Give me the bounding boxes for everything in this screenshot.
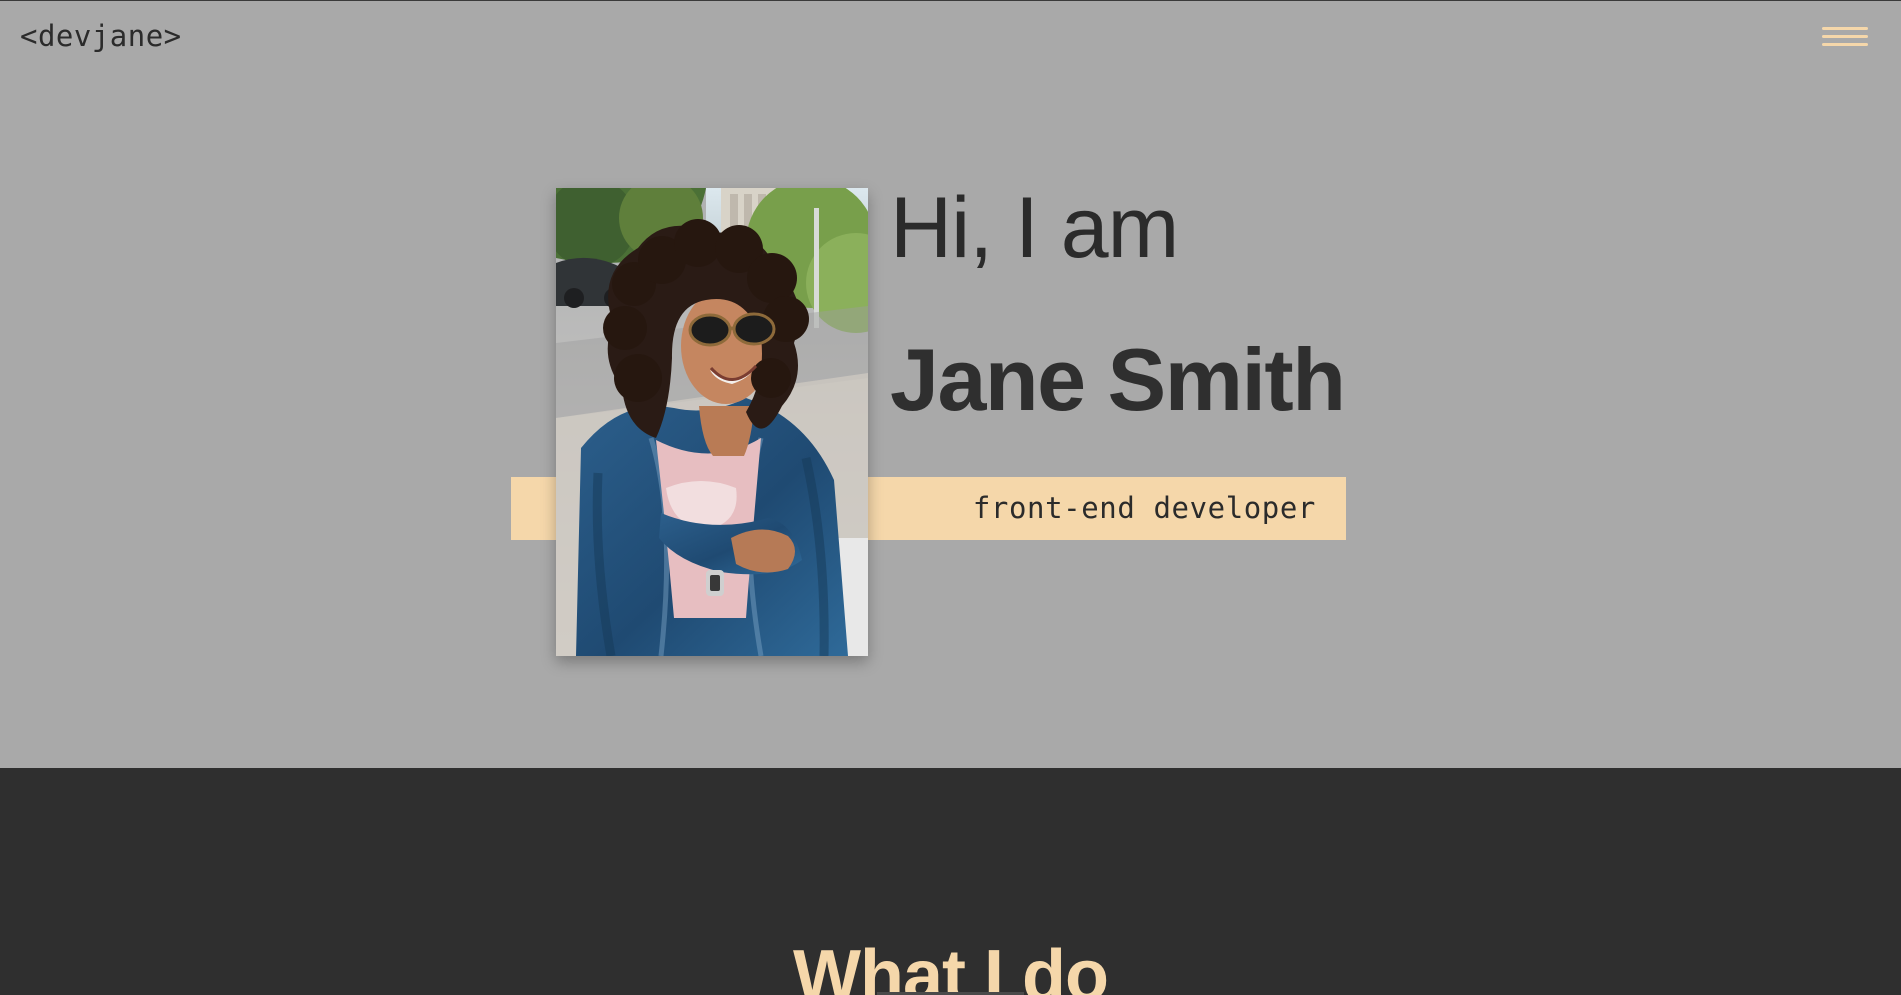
profile-photo [556, 188, 868, 656]
section-title: What I do [793, 935, 1109, 995]
hamburger-menu-icon-line [1822, 35, 1868, 38]
hamburger-menu-icon [1822, 27, 1868, 30]
portfolio-page: <devjane> front-end developer Hi, I am J… [0, 0, 1901, 995]
site-logo[interactable]: <devjane> [20, 19, 182, 53]
job-title: front-end developer [972, 491, 1316, 525]
hero-section: <devjane> front-end developer Hi, I am J… [0, 0, 1901, 768]
what-i-do-section: What I do [0, 768, 1901, 995]
hamburger-menu-icon-line [1822, 43, 1868, 46]
hero-name: Jane Smith [890, 329, 1346, 429]
profile-photo-illustration [556, 188, 868, 656]
hero-greeting: Hi, I am [890, 180, 1179, 276]
hamburger-menu-button[interactable] [1822, 25, 1868, 49]
